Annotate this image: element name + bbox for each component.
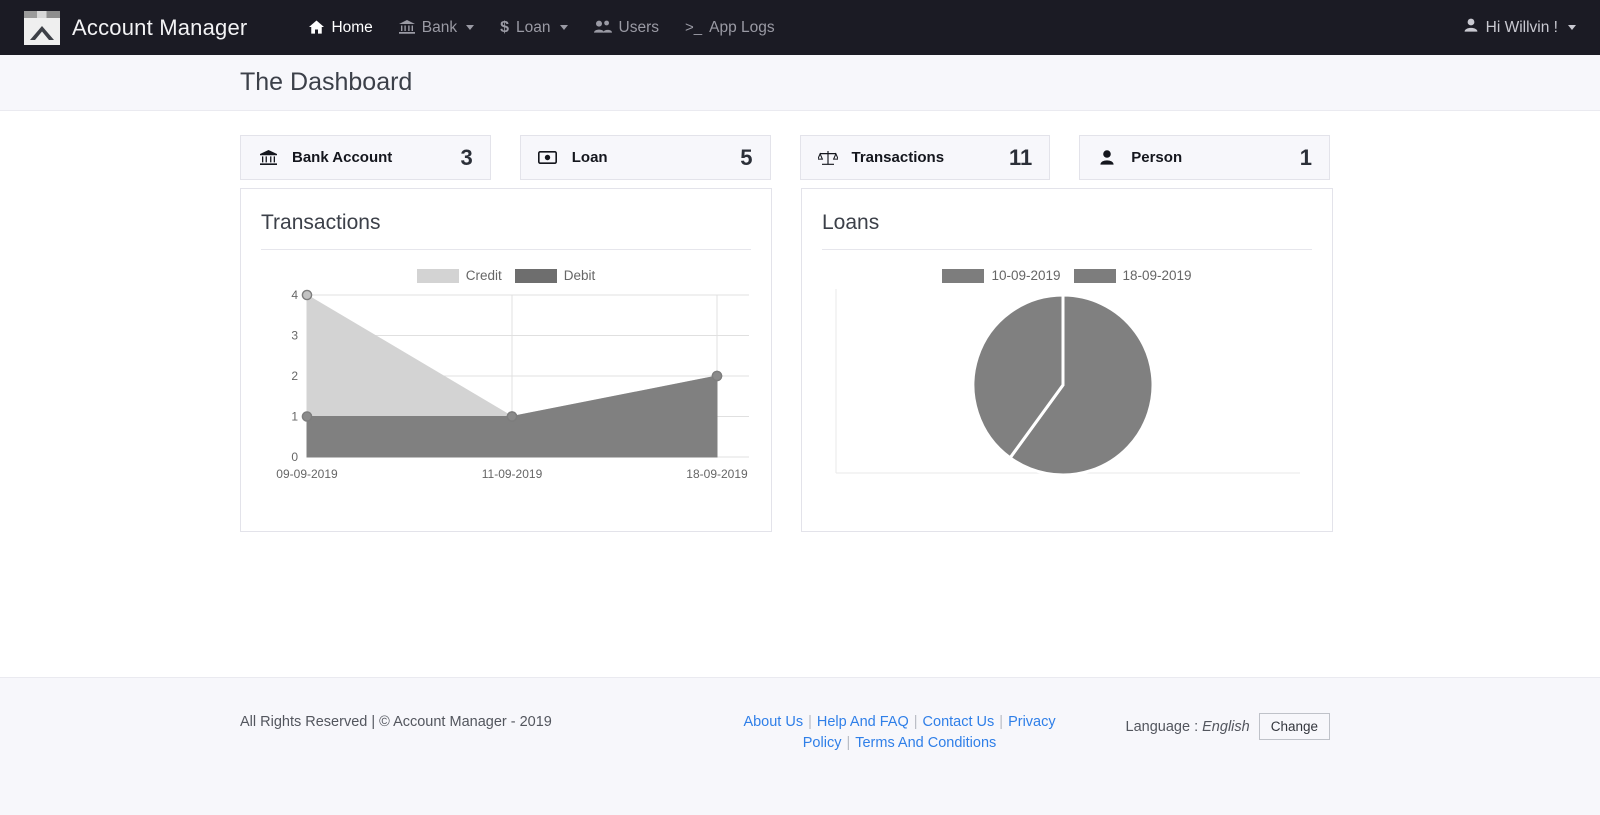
main-content: Bank Account 3 Loan 5 Transactions 11 Pe…	[0, 111, 1600, 677]
legend-label-debit: Debit	[563, 268, 596, 283]
loans-chart: 10-09-2019 18-09-2019	[822, 250, 1312, 518]
loans-pie-plot[interactable]	[822, 283, 1312, 498]
footer-copyright: All Rights Reserved | © Account Manager …	[240, 714, 552, 730]
legend-swatch-debit	[514, 268, 557, 283]
nav-item-loan[interactable]: $ Loan	[500, 18, 568, 37]
nav-label-loan: Loan	[516, 18, 551, 36]
stat-value: 5	[740, 144, 753, 170]
footer-links: About Us | Help And FAQ | Contact Us | Privacy…	[710, 712, 1090, 754]
page-footer: All Rights Reserved | © Account Manager …	[0, 677, 1600, 815]
legend-item-loan-2[interactable]: 18-09-2019	[1073, 268, 1192, 283]
footer-link-terms-and-conditions[interactable]: Terms And Conditions	[855, 735, 996, 751]
page-title: The Dashboard	[240, 68, 413, 96]
svg-text:0: 0	[291, 450, 298, 464]
footer-separator: |	[913, 714, 918, 730]
stat-value: 1	[1299, 144, 1312, 170]
svg-text:1: 1	[291, 410, 298, 424]
svg-text:09-09-2019: 09-09-2019	[276, 467, 338, 481]
nav-links: Home Bank $ Loan Users >_ App Logs	[309, 18, 775, 37]
svg-text:3: 3	[291, 329, 298, 343]
money-bill-icon	[538, 151, 558, 164]
language-label: Language : English	[1125, 718, 1250, 735]
panel-loans: Loans 10-09-2019 18-09-2019	[801, 188, 1333, 532]
chevron-down-icon	[559, 25, 568, 30]
footer-separator: |	[808, 714, 812, 730]
legend-item-credit[interactable]: Credit	[416, 268, 502, 283]
footer-link-about-us[interactable]: About Us	[743, 714, 803, 730]
loans-legend: 10-09-2019 18-09-2019	[822, 250, 1312, 283]
chevron-down-icon	[466, 25, 475, 30]
nav-item-home[interactable]: Home	[309, 18, 373, 37]
footer-link-contact-us[interactable]: Contact Us	[923, 714, 995, 730]
svg-text:2: 2	[291, 369, 298, 383]
nav-label-bank: Bank	[421, 18, 458, 36]
top-navbar: Account Manager Home Bank $ Loan Users >…	[0, 0, 1600, 55]
user-icon	[1097, 150, 1117, 165]
legend-label-loan-1: 10-09-2019	[991, 268, 1061, 283]
balance-scale-icon	[817, 150, 838, 166]
legend-swatch-credit	[416, 268, 459, 283]
nav-label-home: Home	[331, 18, 373, 36]
transactions-chart: Credit Debit 0 1 2 3 4 09-09-2019 11-09-2019 18…	[261, 250, 751, 518]
stat-card-transactions[interactable]: Transactions 11	[799, 135, 1051, 180]
footer-link-help-and-faq[interactable]: Help And FAQ	[817, 714, 909, 730]
dashboard-page: Account Manager Home Bank $ Loan Users >…	[0, 0, 1600, 815]
users-icon	[593, 20, 612, 35]
svg-text:4: 4	[291, 288, 298, 302]
language-selector: Language : English Change	[1126, 712, 1330, 740]
user-menu[interactable]: Hi Willvin !	[1464, 18, 1576, 37]
chevron-down-icon	[1568, 25, 1576, 30]
transactions-plot[interactable]: 0 1 2 3 4 09-09-2019 11-09-2019 18-09-2019	[261, 283, 751, 498]
user-greeting: Hi Willvin !	[1485, 18, 1558, 36]
terminal-icon: >_	[685, 19, 703, 36]
legend-swatch-loan-2	[1073, 268, 1116, 283]
stat-card-loan[interactable]: Loan 5	[519, 135, 771, 180]
chart-panels: Transactions Credit Debit 0 1 2 3 4 09-0…	[240, 188, 1333, 532]
nav-item-users[interactable]: Users	[593, 18, 660, 37]
stat-value: 3	[460, 144, 473, 170]
page-header: The Dashboard	[0, 55, 1600, 111]
legend-label-loan-2: 18-09-2019	[1122, 268, 1192, 283]
stat-label: Transactions	[851, 149, 945, 166]
user-icon	[1464, 18, 1478, 37]
legend-item-debit[interactable]: Debit	[514, 268, 596, 283]
app-logo-icon	[24, 10, 60, 45]
svg-text:11-09-2019: 11-09-2019	[482, 467, 543, 481]
footer-separator: |	[999, 714, 1004, 730]
stat-label: Person	[1131, 149, 1183, 166]
svg-text:18-09-2019: 18-09-2019	[686, 467, 748, 481]
nav-label-users: Users	[618, 18, 660, 36]
nav-label-app-logs: App Logs	[709, 18, 775, 36]
legend-label-credit: Credit	[465, 268, 502, 283]
legend-swatch-loan-1	[942, 268, 985, 283]
language-value: English	[1202, 718, 1250, 735]
brand[interactable]: Account Manager	[24, 10, 248, 45]
nav-item-bank[interactable]: Bank	[398, 18, 475, 37]
panel-title-transactions: Transactions	[261, 207, 751, 250]
stat-value: 11	[1008, 144, 1033, 170]
stat-label: Loan	[571, 149, 608, 166]
stat-cards: Bank Account 3 Loan 5 Transactions 11 Pe…	[240, 135, 1330, 180]
stat-card-person[interactable]: Person 1	[1079, 135, 1330, 180]
home-icon	[309, 19, 325, 36]
legend-item-loan-1[interactable]: 10-09-2019	[942, 268, 1061, 283]
stat-label: Bank Account	[292, 149, 393, 166]
brand-title: Account Manager	[72, 14, 248, 40]
dollar-icon: $	[500, 18, 510, 36]
panel-title-loans: Loans	[822, 207, 1312, 250]
bank-icon	[258, 149, 278, 166]
bank-icon	[398, 19, 415, 36]
nav-item-app-logs[interactable]: >_ App Logs	[685, 19, 775, 37]
change-language-button[interactable]: Change	[1258, 713, 1330, 740]
stat-card-bank-account[interactable]: Bank Account 3	[240, 135, 491, 180]
transactions-legend: Credit Debit	[261, 250, 751, 283]
footer-separator: |	[846, 735, 851, 751]
panel-transactions: Transactions Credit Debit 0 1 2 3 4 09-0…	[240, 188, 772, 532]
